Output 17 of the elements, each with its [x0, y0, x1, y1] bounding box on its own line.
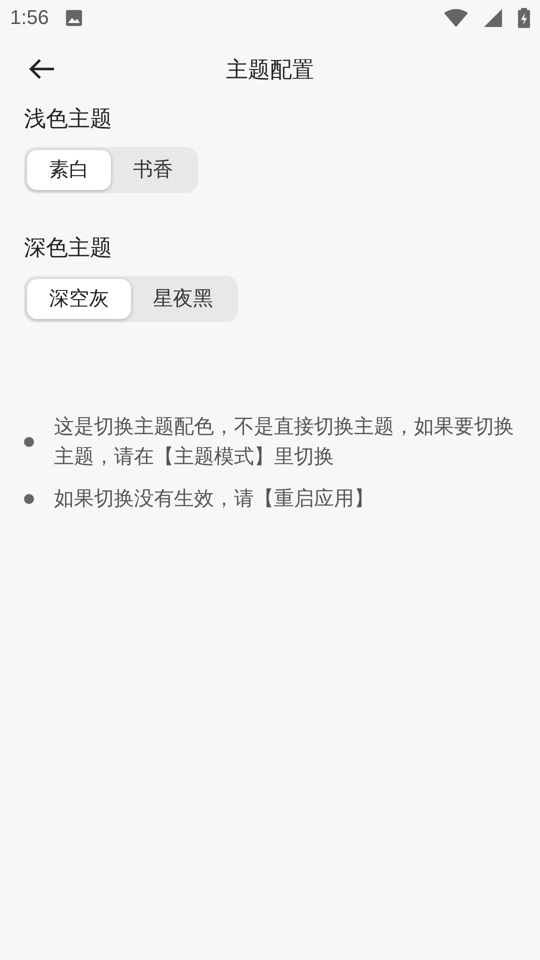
section-title: 浅色主题 [24, 105, 113, 133]
bullet-icon [24, 494, 34, 504]
back-arrow-icon [28, 58, 56, 80]
segment-tab[interactable]: 深空灰 [27, 279, 131, 319]
bullet-icon [24, 437, 34, 447]
segment-tab[interactable]: 书香 [111, 150, 195, 190]
note-text: 如果切换没有生效，请【重启应用】 [54, 487, 375, 512]
signal-icon [484, 9, 502, 27]
wifi-icon [444, 9, 468, 27]
image-icon [64, 9, 83, 27]
section-title: 深色主题 [24, 234, 113, 262]
status-time: 1:56 [10, 6, 49, 31]
segment-tab[interactable]: 素白 [27, 150, 111, 190]
segment-tab[interactable]: 星夜黑 [131, 279, 235, 319]
page-title: 主题配置 [226, 56, 314, 84]
note-text: 这是切换主题配色，不是直接切换主题，如果要切换主题，请在【主题模式】里切换 [54, 415, 515, 470]
battery-icon [518, 8, 530, 28]
